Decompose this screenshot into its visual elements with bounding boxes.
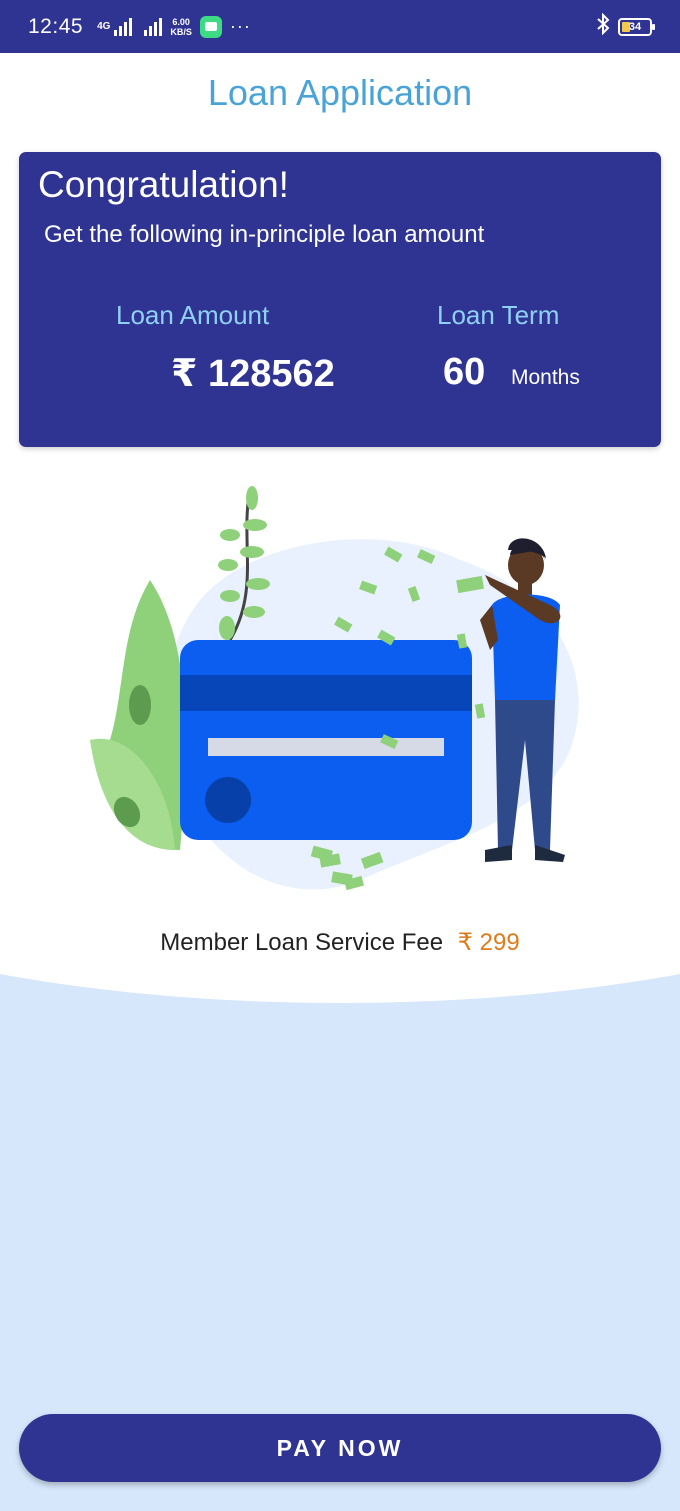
page-title: Loan Application — [207, 72, 473, 113]
summary-subtitle: Get the following in-principle loan amou… — [44, 221, 485, 248]
loan-amount-value: ₹ 128562 — [171, 353, 335, 395]
loan-amount-label: Loan Amount — [116, 300, 270, 330]
leaf-spot — [129, 685, 151, 725]
battery-level: 34 — [628, 20, 642, 33]
data-speed-value: 6.00 — [172, 16, 190, 27]
data-speed-unit: KB/S — [170, 26, 192, 37]
loan-term-value: 60 — [443, 351, 486, 393]
card-signature-strip — [208, 738, 444, 756]
loan-term-unit: Months — [511, 366, 580, 389]
signal-icon — [114, 17, 134, 36]
congrats-heading: Congratulation! — [38, 164, 289, 205]
signal-icon-2 — [144, 17, 164, 36]
loan-application-screen: 12:45 4G 6.00 KB/S ··· 34 Loan Applicati… — [0, 0, 680, 1511]
network-type: 4G — [97, 20, 111, 32]
status-bar: 12:45 4G 6.00 KB/S ··· 34 — [0, 0, 680, 53]
data-speed: 6.00 KB/S — [170, 17, 192, 37]
loan-summary-card: Congratulation! Get the following in-pri… — [19, 152, 661, 447]
card-chip — [205, 777, 251, 823]
message-notification-icon — [199, 15, 222, 38]
battery-icon: 34 — [618, 17, 655, 36]
status-time: 12:45 — [28, 14, 84, 38]
card-stripe — [180, 675, 472, 711]
loan-term-label: Loan Term — [437, 300, 560, 330]
service-fee-row: Member Loan Service Fee ₹ 299 — [0, 928, 680, 957]
more-notifications-icon: ··· — [229, 16, 251, 36]
loan-illustration — [90, 486, 579, 891]
bluetooth-icon — [596, 12, 610, 41]
service-fee-label: Member Loan Service Fee — [160, 929, 444, 956]
pay-now-button[interactable]: PAY NOW — [19, 1414, 661, 1482]
service-fee-value: ₹ 299 — [457, 929, 520, 956]
status-right: 34 — [596, 12, 655, 41]
